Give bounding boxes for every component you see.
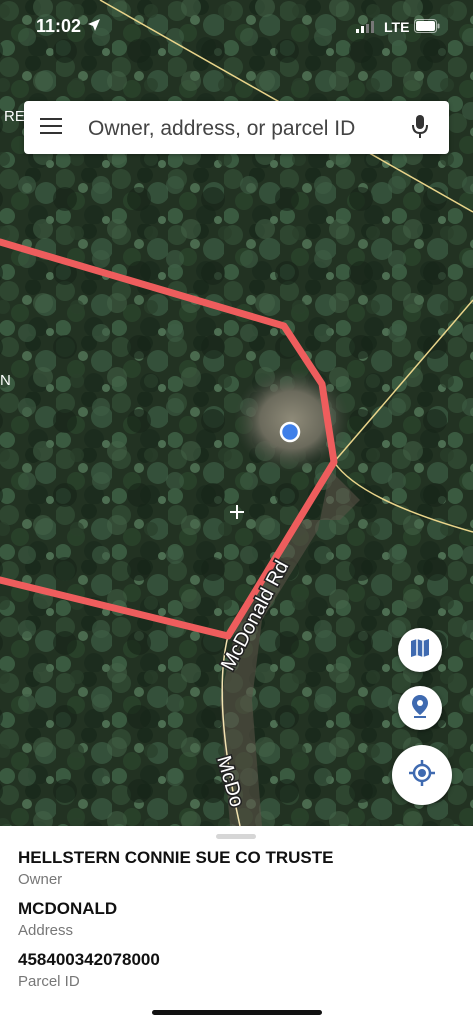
status-bar: 11:02 LTE <box>0 0 473 54</box>
owner-value: HELLSTERN CONNIE SUE CO TRUSTE <box>18 848 334 867</box>
battery-icon <box>414 19 440 38</box>
parcel-info-panel[interactable]: HELLSTERN CONNIE SUE CO TRUSTE Owner MCD… <box>0 826 473 1024</box>
microphone-icon[interactable] <box>410 114 430 145</box>
current-location-dot <box>279 421 301 443</box>
map-layers-button[interactable] <box>398 628 442 672</box>
home-indicator[interactable] <box>152 1010 322 1015</box>
address-label: Address <box>18 922 74 939</box>
location-arrow-icon <box>87 18 101 37</box>
drop-pin-button[interactable] <box>398 686 442 730</box>
location-pin-icon <box>410 694 430 723</box>
map-edge-label-re: RE <box>4 108 25 125</box>
search-bar[interactable] <box>24 101 449 154</box>
status-time: 11:02 <box>36 16 82 36</box>
map-layers-icon <box>409 637 431 664</box>
my-location-icon <box>408 759 436 792</box>
signal-icon <box>356 20 378 38</box>
parcel-id-label: Parcel ID <box>18 973 80 990</box>
search-input[interactable] <box>86 111 400 146</box>
owner-label: Owner <box>18 871 63 888</box>
network-type: LTE <box>384 19 410 35</box>
menu-icon[interactable] <box>40 118 62 138</box>
map-edge-label-n: N <box>0 372 11 389</box>
parcel-id-value: 458400342078000 <box>18 950 160 969</box>
my-location-button[interactable] <box>392 745 452 805</box>
address-value: MCDONALD <box>18 899 118 918</box>
panel-drag-handle[interactable] <box>216 834 256 839</box>
